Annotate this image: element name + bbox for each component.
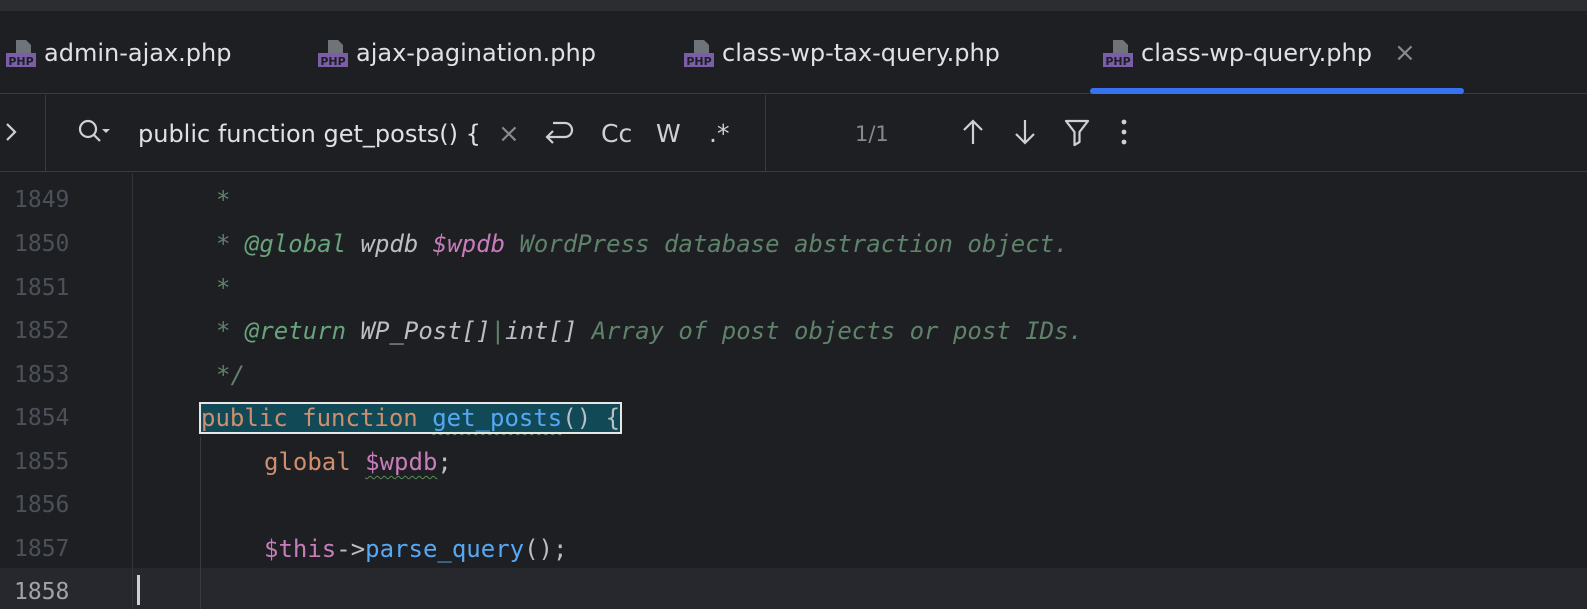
result-count: 1/1 [855,121,889,146]
code-editor[interactable]: 1849 * 1850 * @global wpdb $wpdb WordPre… [0,173,1587,609]
code-line: 1849 * [0,178,1587,222]
keyword: global [264,448,351,476]
filter-button[interactable] [1064,95,1090,172]
punctuation: ; [437,448,452,476]
tab-class-wp-tax-query[interactable]: PHP class-wp-tax-query.php [684,11,1000,94]
php-file-icon: PHP [6,38,36,68]
code-line: 1852 * @return WP_Post[]|int[] Array of … [0,309,1587,353]
chevron-right-icon [4,121,18,147]
doc-star: * [216,274,231,302]
search-input[interactable]: public function get_posts() { [138,95,481,172]
doc-star: * [216,317,231,345]
punctuation: () { [562,404,621,432]
code-text: * @global wpdb $wpdb WordPress database … [216,230,1069,258]
php-file-icon: PHP [1103,38,1133,68]
doc-variable: $wpdb [432,230,506,258]
variable: $wpdb [365,448,438,476]
code-text: */ [216,361,245,389]
php-file-icon: PHP [684,38,714,68]
code-line: 1854 public function get_posts() { [0,396,1587,440]
keyword: public [201,404,288,432]
doc-type: int[] [505,317,578,345]
keyword: function [302,404,418,432]
code-text: $this->parse_query(); [264,535,567,563]
line-number: 1852 [14,318,70,344]
search-history-button[interactable] [76,95,112,172]
code-line: 1851 * [0,266,1587,310]
line-number: 1849 [14,187,70,213]
tab-label: class-wp-query.php [1141,38,1372,67]
line-number: 1851 [14,275,70,301]
find-bar-divider [765,95,766,172]
regex-toggle[interactable]: .* [709,95,729,172]
tab-label: ajax-pagination.php [356,38,596,67]
code-line: 1850 * @global wpdb $wpdb WordPress data… [0,222,1587,266]
doc-pipe: | [490,317,506,345]
punctuation: (); [524,535,568,563]
doc-description: Array of post objects or post IDs. [591,317,1083,345]
match-case-toggle[interactable]: Cc [601,95,632,172]
active-tab-indicator [1090,88,1464,94]
find-bar: public function get_posts() { × Cc W .* … [0,95,1587,172]
editor-tab-bar: PHP admin-ajax.php PHP ajax-pagination.p… [0,11,1587,94]
function-name: parse_query [365,535,525,563]
svg-text:PHP: PHP [686,55,711,68]
previous-occurrence-button[interactable] [961,95,985,172]
operator: -> [336,535,366,563]
php-file-icon: PHP [318,38,348,68]
text-caret [137,575,140,605]
search-icon [76,117,112,151]
line-number: 1854 [14,405,70,431]
variable: $this [264,535,337,563]
doc-star: * [216,230,231,258]
newline-icon [543,117,575,151]
close-tab-icon[interactable]: × [1394,40,1416,66]
code-text: * @return WP_Post[]|int[] Array of post … [216,317,1083,345]
arrow-down-icon [1013,117,1037,151]
tab-label: admin-ajax.php [44,38,232,67]
line-number: 1856 [14,492,70,518]
window-top-strip [0,0,1587,11]
function-name: get_posts [432,404,563,432]
search-match-highlight: public function get_posts() { [198,402,623,434]
tab-class-wp-query[interactable]: PHP class-wp-query.php × [1103,11,1416,94]
line-number-current: 1858 [14,579,70,605]
line-number: 1855 [14,449,70,475]
code-text: global $wpdb; [264,448,452,476]
line-number: 1850 [14,231,70,257]
code-line: 1857 $this->parse_query(); [0,527,1587,571]
doc-type: WP_Post[] [360,317,491,345]
arrow-up-icon [961,117,985,151]
more-vertical-icon [1120,117,1128,151]
more-options-button[interactable] [1120,95,1128,172]
svg-text:PHP: PHP [8,55,33,68]
tab-admin-ajax[interactable]: PHP admin-ajax.php [6,11,231,94]
expand-replace-button[interactable] [0,95,46,172]
svg-text:PHP: PHP [320,55,345,68]
code-text: * [216,274,230,302]
line-number: 1857 [14,536,70,562]
doc-tag: @return [244,317,347,345]
next-occurrence-button[interactable] [1013,95,1037,172]
filter-icon [1064,117,1090,151]
code-line: 1856 [0,483,1587,527]
words-toggle[interactable]: W [656,95,681,172]
code-line: 1858 [0,570,1587,609]
doc-type: wpdb [360,230,419,258]
tab-ajax-pagination[interactable]: PHP ajax-pagination.php [318,11,596,94]
doc-star: * [216,186,231,214]
doc-description: WordPress database abstraction object. [519,230,1069,258]
doc-tag: @global [244,230,347,258]
svg-text:PHP: PHP [1105,55,1130,68]
tab-label: class-wp-tax-query.php [722,38,1000,67]
code-text: * [216,186,230,214]
doc-close: */ [216,361,245,389]
code-line: 1853 */ [0,353,1587,397]
code-line: 1855 global $wpdb; [0,440,1587,484]
new-line-button[interactable] [543,95,575,172]
line-number: 1853 [14,362,70,388]
clear-search-icon[interactable]: × [498,95,520,172]
